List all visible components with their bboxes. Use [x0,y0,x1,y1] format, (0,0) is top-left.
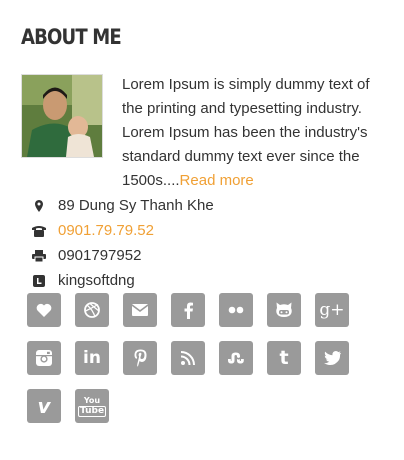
email-button[interactable] [123,293,157,327]
dribbble-icon [84,302,100,318]
stumbleupon-button[interactable] [219,341,253,375]
about-me-widget: ABOUT ME Lorem Ipsum is simply dummy tex… [0,0,404,460]
vimeo-button[interactable]: v [27,389,61,423]
pinterest-button[interactable] [123,341,157,375]
linkedin-icon: in [83,348,101,368]
bio-text: Lorem Ipsum is simply dummy text of the … [122,76,370,189]
youtube-icon: You Tube [77,395,107,417]
youtube-icon-bottom: Tube [77,405,107,417]
vimeo-icon: v [37,394,51,418]
rss-button[interactable] [171,341,205,375]
flickr-button[interactable] [219,293,253,327]
skype-text[interactable]: kingsoftdng [58,272,135,289]
print-icon [30,249,48,263]
email-icon [132,304,148,316]
heart-icon [36,303,52,317]
contact-skype: kingsoftdng [30,268,214,293]
widget-title: ABOUT ME [21,25,122,49]
fax-text: 0901797952 [58,247,142,264]
contact-list: 89 Dung Sy Thanh Khe 0901.79.79.52 09017… [30,193,214,293]
skype-icon [30,274,48,288]
map-marker-icon [30,199,48,213]
youtube-button[interactable]: You Tube [75,389,109,423]
youtube-icon-top: You [83,395,101,405]
facebook-icon [184,302,193,319]
twitter-button[interactable] [315,341,349,375]
github-icon [275,302,293,318]
read-more-link[interactable]: Read more [180,172,254,189]
pinterest-icon [134,349,147,367]
phone-icon [30,224,48,238]
instagram-button[interactable] [27,341,61,375]
dribbble-button[interactable] [75,293,109,327]
twitter-icon [323,351,341,365]
github-button[interactable] [267,293,301,327]
avatar [21,74,103,158]
phone-text[interactable]: 0901.79.79.52 [58,222,154,239]
linkedin-button[interactable]: in [75,341,109,375]
facebook-button[interactable] [171,293,205,327]
instagram-icon [36,350,52,366]
tumblr-icon: t [279,347,289,369]
stumbleupon-icon [227,352,245,364]
contact-phone: 0901.79.79.52 [30,218,214,243]
google-plus-icon: g+ [319,300,345,320]
contact-address: 89 Dung Sy Thanh Khe [30,193,214,218]
address-text: 89 Dung Sy Thanh Khe [58,197,214,214]
flickr-icon [228,306,244,314]
heart-button[interactable] [27,293,61,327]
contact-fax: 0901797952 [30,243,214,268]
tumblr-button[interactable]: t [267,341,301,375]
google-plus-button[interactable]: g+ [315,293,349,327]
rss-icon [181,351,195,365]
